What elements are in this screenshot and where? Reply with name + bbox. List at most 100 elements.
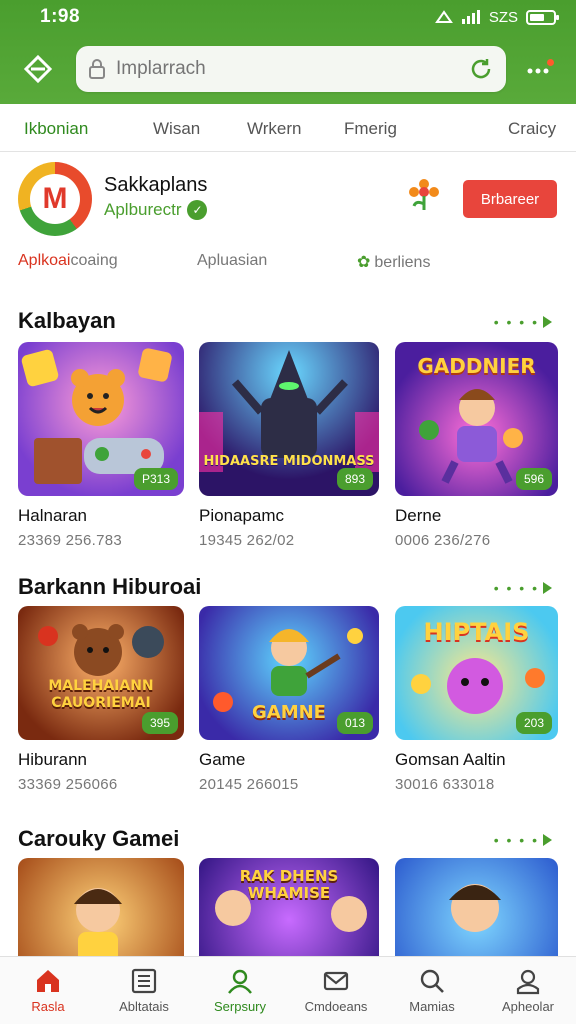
game-thumbnail: HIDAASRE MIDONMASS 893	[199, 342, 379, 496]
arrow-right-icon	[543, 316, 552, 328]
verified-icon: ✓	[187, 200, 208, 220]
nav-label: Serpsury	[213, 999, 267, 1014]
rating-badge: P313	[133, 468, 178, 490]
app-card[interactable]: MALEHAIANN CAUORIEMAI 395 Hiburann 33369…	[18, 606, 184, 793]
card-title: Gomsan Aaltin	[395, 750, 506, 769]
card-meta: 33369 256066	[18, 776, 118, 793]
more-options-icon[interactable]	[526, 59, 554, 79]
see-more-link[interactable]: • • • •	[494, 832, 552, 848]
nav-profile-green[interactable]: Serpsury	[192, 957, 288, 1024]
tab-2[interactable]: Wisan	[153, 119, 200, 139]
nav-messages[interactable]: Cmdoeans	[288, 957, 384, 1024]
list-icon	[131, 968, 157, 994]
game-thumbnail: HIPTAIS 203	[395, 606, 558, 740]
see-more-link[interactable]: • • • •	[494, 314, 552, 330]
app-logo-letter: M	[30, 174, 80, 224]
nav-label: Abltatais	[119, 999, 169, 1014]
game-thumbnail	[18, 858, 184, 956]
card-title: Derne	[395, 506, 442, 525]
network-label: SZS	[488, 8, 518, 26]
tab-4[interactable]: Fmerig	[344, 119, 397, 139]
sublink-3[interactable]: ✿ berliens	[357, 252, 430, 272]
thumbnail-art-text: MALEHAIANN CAUORIEMAI	[48, 678, 154, 711]
game-thumbnail: MALEHAIANN CAUORIEMAI 395	[18, 606, 184, 740]
app-card[interactable]	[395, 858, 561, 956]
search-input[interactable]	[116, 58, 468, 80]
card-meta: 23369 256.783	[18, 532, 122, 549]
rating-badge: 893	[336, 468, 373, 490]
nav-list[interactable]: Abltatais	[96, 957, 192, 1024]
app-card[interactable]: RAK DHENS WHAMISE	[199, 858, 379, 956]
reload-icon[interactable]	[468, 56, 494, 82]
tab-1[interactable]: Ikbonian	[24, 119, 88, 139]
section-title: Kalbayan	[18, 308, 116, 333]
signal-icon	[461, 10, 480, 24]
app-card[interactable]: GADDNIER 596 Derne 0006 236/276	[395, 342, 561, 549]
app-card[interactable]: P313 Halnaran 23369 256.783	[18, 342, 184, 549]
category-tabs: Ikbonian Wisan Wrkern Fmerig Craicy	[0, 104, 576, 152]
nav-search[interactable]: Mamias	[384, 957, 480, 1024]
flower-icon[interactable]	[406, 176, 442, 212]
see-more-link[interactable]: • • • •	[494, 580, 552, 596]
section-title: Carouky Gamei	[18, 826, 180, 851]
thumbnail-art-text: RAK DHENS WHAMISE	[239, 867, 339, 902]
status-bar: 1:98 SZS	[0, 0, 576, 34]
lock-icon	[89, 59, 105, 79]
paw-icon: ✿	[357, 254, 371, 271]
app-subtitle-text: Aplburectr	[104, 200, 182, 219]
status-time: 1:98	[40, 6, 81, 27]
thumbnail-art-text: HIPTAIS	[423, 618, 530, 646]
section-1: Kalbayan • • • • P313 Halnaran 23369 256…	[0, 300, 576, 560]
rating-badge: 596	[515, 468, 552, 490]
rating-badge: 013	[336, 712, 373, 734]
app-subtitle: Aplburectr ✓	[104, 200, 208, 220]
home-icon	[37, 970, 59, 992]
alarm-icon	[434, 10, 453, 23]
card-meta: 0006 236/276	[395, 532, 491, 549]
section-title: Barkann Hiburoai	[18, 574, 202, 599]
battery-icon	[526, 9, 559, 25]
card-title: Hiburann	[18, 750, 87, 769]
app-card[interactable]	[18, 858, 184, 956]
search-bar[interactable]	[76, 46, 506, 92]
card-meta: 20145 266015	[199, 776, 299, 793]
card-meta: 19345 262/02	[199, 532, 295, 549]
arrow-right-icon	[543, 834, 552, 846]
sublink-1-rest: coaing	[70, 252, 118, 269]
game-thumbnail	[395, 858, 558, 956]
diamond-menu-icon[interactable]	[22, 53, 54, 85]
thumbnail-art-text: GADDNIER	[417, 354, 536, 378]
mail-icon	[323, 971, 349, 991]
app-card[interactable]: HIDAASRE MIDONMASS 893 Pionapamc 19345 2…	[199, 342, 379, 549]
app-logo[interactable]: M	[18, 162, 92, 236]
sub-links: Aplkoaicoaing Apluasian ✿ berliens	[0, 248, 576, 284]
tab-3[interactable]: Wrkern	[247, 119, 301, 139]
rating-badge: 203	[515, 712, 552, 734]
tab-5[interactable]: Craicy	[508, 119, 556, 139]
nav-label: Cmdoeans	[304, 999, 368, 1014]
thumbnail-art-text: HIDAASRE MIDONMASS	[203, 454, 375, 469]
sublink-3-label: berliens	[374, 254, 431, 271]
app-card[interactable]: HIPTAIS 203 Gomsan Aaltin 30016 633018	[395, 606, 561, 793]
game-thumbnail: GAMNE 013	[199, 606, 379, 740]
game-thumbnail: GADDNIER 596	[395, 342, 558, 496]
person-icon	[228, 969, 252, 994]
card-title: Halnaran	[18, 506, 87, 525]
app-header: M Sakkaplans Aplburectr ✓ Brbareer	[0, 152, 576, 248]
rating-badge: 395	[141, 712, 178, 734]
nav-label: Rasla	[31, 999, 65, 1014]
search-icon	[420, 969, 444, 993]
nav-account[interactable]: Apheolar	[480, 957, 576, 1024]
section-2: Barkann Hiburoai • • • • MALEHAIANN CAUO…	[0, 566, 576, 816]
install-button[interactable]: Brbareer	[463, 180, 557, 218]
section-3: Carouky Gamei • • • • RAK DHENS WHAMISE	[0, 818, 576, 956]
nav-label: Mamias	[409, 999, 455, 1014]
card-meta: 30016 633018	[395, 776, 495, 793]
nav-home[interactable]: Rasla	[0, 957, 96, 1024]
sublink-1[interactable]: Aplkoaicoaing	[18, 252, 118, 270]
nav-label: Apheolar	[501, 999, 555, 1014]
notification-dot	[547, 59, 554, 66]
card-title: Game	[199, 750, 246, 769]
sublink-2[interactable]: Apluasian	[197, 252, 267, 270]
app-card[interactable]: GAMNE 013 Game 20145 266015	[199, 606, 379, 793]
